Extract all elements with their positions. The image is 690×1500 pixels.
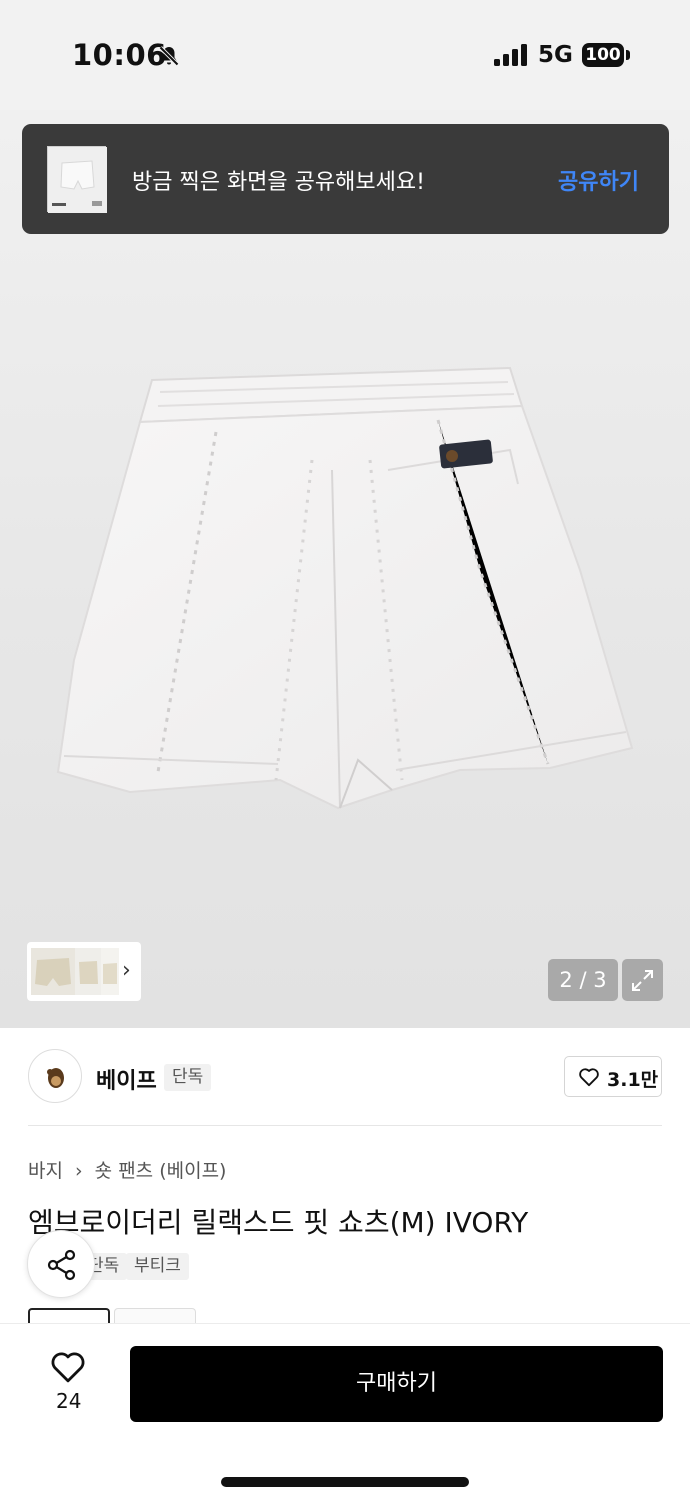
breadcrumb-category[interactable]: 바지 [28, 1160, 63, 1182]
image-counter: 2 / 3 [548, 959, 618, 1001]
wishlist-count: 24 [56, 1389, 82, 1413]
gallery-thumbnail-strip[interactable]: › [27, 942, 141, 1001]
network-type: 5G [538, 42, 573, 68]
breadcrumb-separator: › [75, 1160, 83, 1182]
exclusive-badge: 단독 [164, 1064, 212, 1091]
brand-logo[interactable] [28, 1049, 82, 1103]
bottom-action-bar: 24 구매하기 [0, 1323, 690, 1500]
product-image-gallery[interactable] [0, 110, 690, 1028]
home-indicator[interactable] [221, 1477, 469, 1487]
buy-button[interactable]: 구매하기 [130, 1346, 663, 1422]
bell-muted-icon [159, 46, 179, 66]
battery-icon: 100 [582, 43, 624, 67]
divider [28, 1125, 662, 1126]
signal-icon [494, 44, 527, 66]
bape-logo-icon [47, 1068, 64, 1088]
share-icon [47, 1249, 76, 1281]
share-button[interactable] [27, 1230, 95, 1298]
brand-like-count: 3.1만 [607, 1069, 659, 1091]
status-time: 10:06 [72, 38, 167, 72]
brand-name[interactable]: 베이프 [96, 1063, 157, 1095]
product-tag-boutique: 부티크 [126, 1253, 189, 1280]
breadcrumb-subcategory[interactable]: 숏 팬츠 (베이프) [95, 1160, 227, 1182]
share-toast: 방금 찍은 화면을 공유해보세요! 공유하기 [22, 124, 669, 234]
heart-icon [579, 1068, 599, 1087]
product-image-shorts [56, 366, 634, 810]
toast-share-button[interactable]: 공유하기 [558, 164, 639, 196]
status-bar: 10:06 5G 100 [0, 0, 690, 110]
gallery-thumbnails [31, 948, 119, 995]
screenshot-thumbnail[interactable] [47, 146, 107, 213]
brand-like-button[interactable]: 3.1만 [564, 1056, 662, 1097]
expand-icon[interactable] [622, 959, 663, 1001]
breadcrumb: 바지 › 숏 팬츠 (베이프) [28, 1156, 232, 1183]
chevron-right-icon: › [122, 958, 131, 983]
product-title: 엠브로이더리 릴랙스드 핏 쇼츠(M) IVORY [28, 1206, 529, 1239]
toast-message: 방금 찍은 화면을 공유해보세요! [132, 170, 425, 195]
battery-nub [626, 50, 630, 60]
wishlist-heart-icon[interactable] [49, 1350, 87, 1384]
